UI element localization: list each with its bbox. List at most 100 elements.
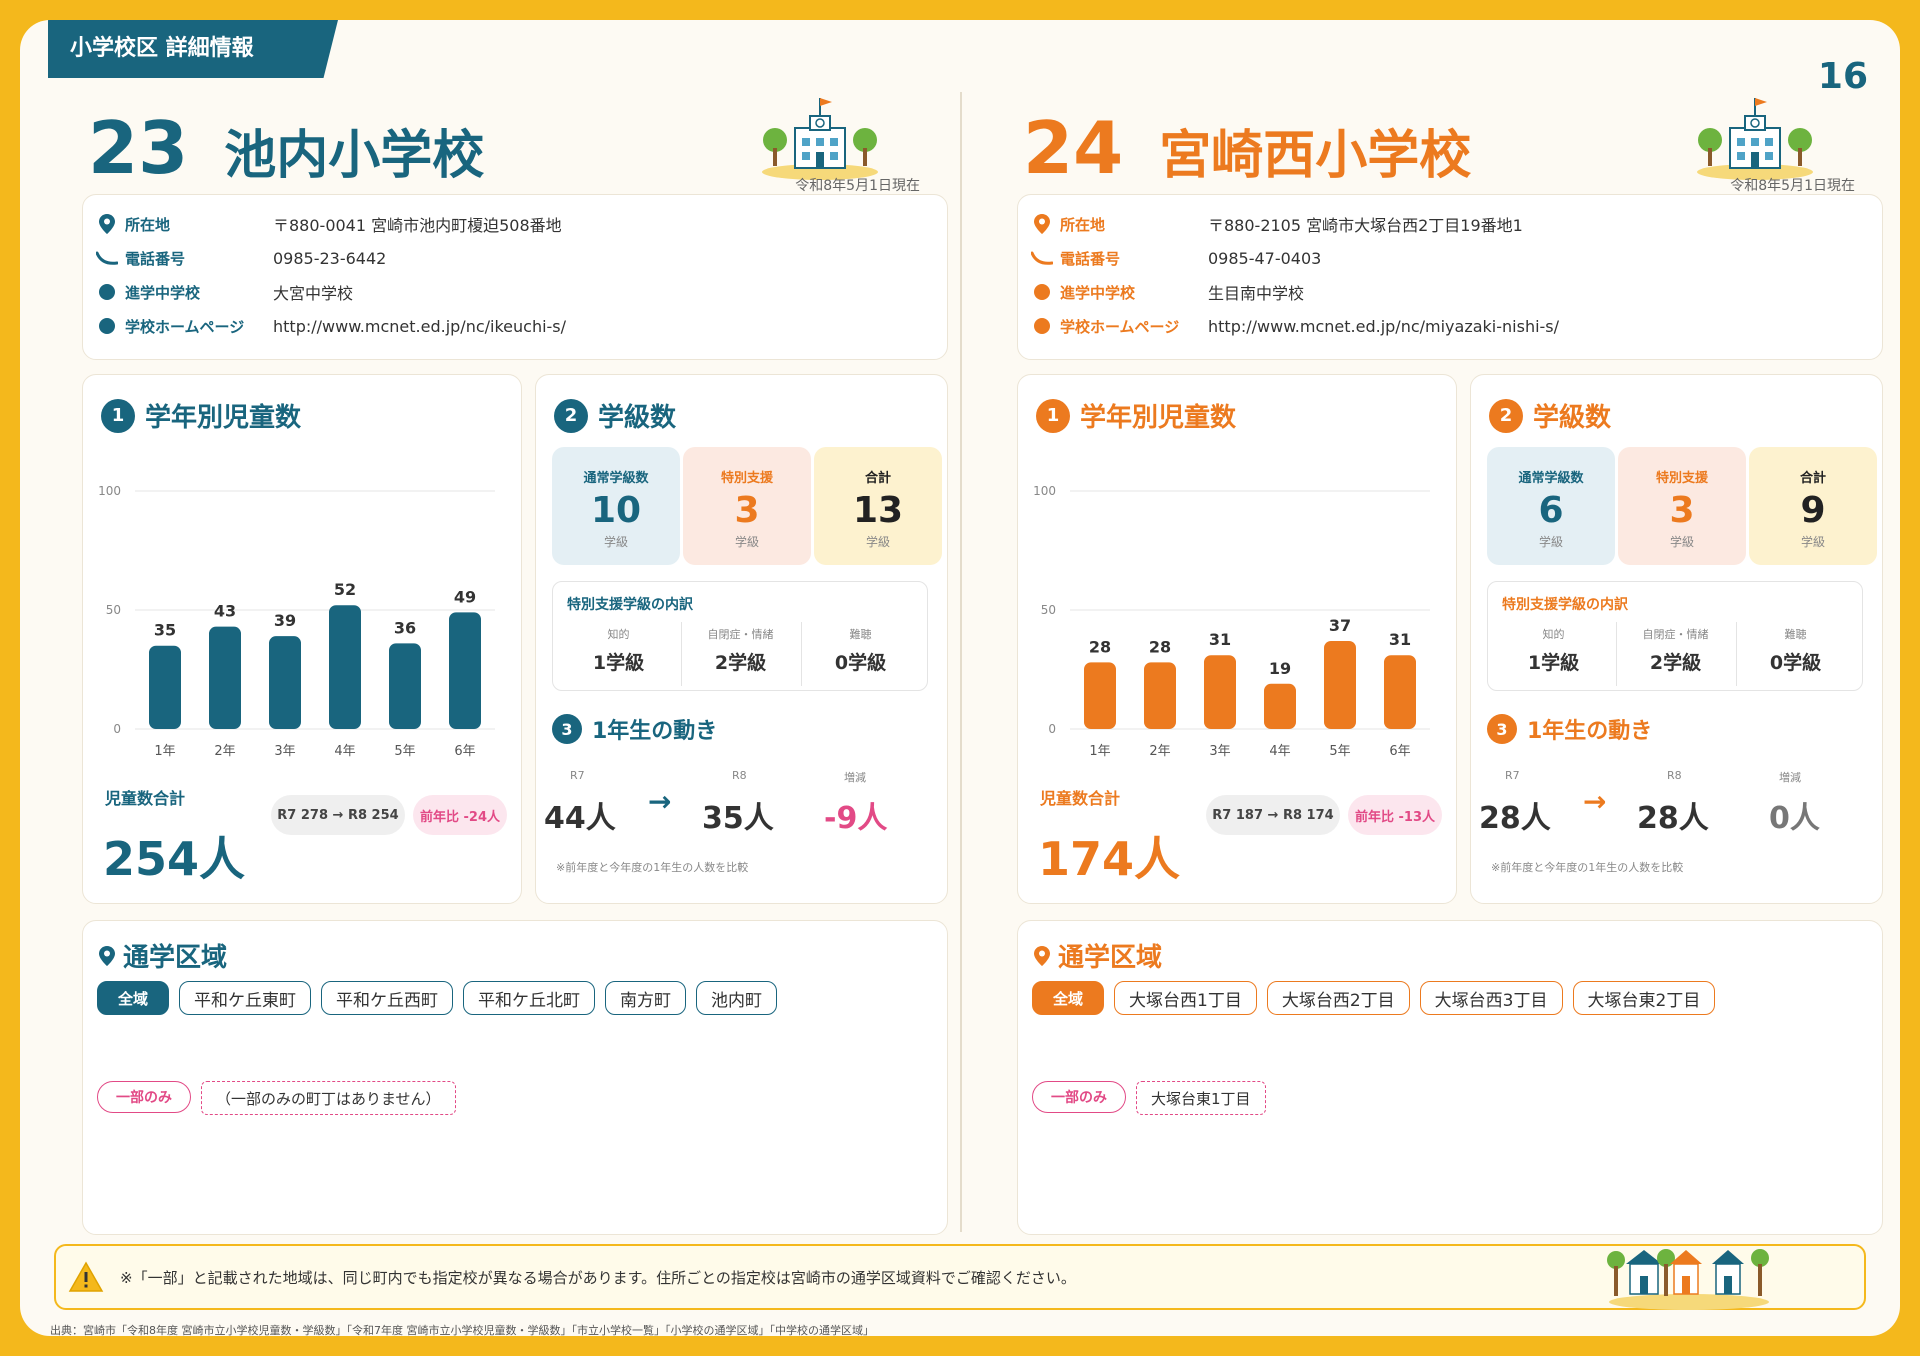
area-tags: 全域 大塚台西1丁目 大塚台西2丁目 大塚台西3丁目 大塚台東2丁目 (1032, 981, 1716, 1015)
info-value: 〒880-0041 宮崎市池内町榎迫508番地 (273, 216, 562, 235)
x-tick-label: 4年 (1269, 744, 1290, 759)
school-name: 宮崎西小学校 (1159, 126, 1472, 186)
school-info-card: 所在地 〒880-0041 宮崎市池内町榎迫508番地 電話番号 0985-23… (82, 194, 948, 360)
students-card: 1 学年別児童数 0 50 100 35 1年 43 2年 39 3年 52 4年 36 5年 49 6年 … (82, 374, 522, 904)
phone-icon (1030, 246, 1054, 270)
y-tick-label: 0 (1048, 722, 1056, 736)
classes-card: 2 学級数 通常学級数 10 学級 特別支援 3 学級 合計 13 学級 特別支… (535, 374, 948, 904)
area-tag: 平和ケ丘北町 (463, 981, 596, 1015)
school-number: 24 (1023, 106, 1124, 190)
box-title: 通常学級数 (583, 471, 649, 486)
partial-area: 一部のみ 大塚台東1丁目 (1032, 1081, 1266, 1115)
info-value: 0985-47-0403 (1208, 248, 1322, 268)
movement-value-r8: 35人 (702, 801, 774, 836)
x-tick-label: 5年 (1329, 744, 1350, 759)
breakdown-cell: 難聴 0学級 (803, 622, 918, 684)
first-grade-movement-title: 3 1年生の動き (552, 713, 717, 745)
breakdown-cell: 難聴 0学級 (1738, 622, 1853, 684)
movement-value-r7: 44人 (544, 801, 616, 836)
bar-value-label: 37 (1329, 616, 1351, 635)
year-diff-pill: 前年比 -13人 (1348, 795, 1442, 835)
box-unit: 学級 (865, 535, 890, 549)
partial-area: 一部のみ （一部のみの町丁はありません） (97, 1081, 456, 1115)
students-title: 1 学年別児童数 (101, 397, 301, 434)
area-tag: 大塚台西2丁目 (1266, 981, 1410, 1015)
breakdown-key: 知的 (607, 628, 630, 641)
bar-value-label: 28 (1149, 637, 1171, 656)
box-value: 3 (1669, 490, 1695, 531)
movement-note: ※前年度と今年度の1年生の人数を比較 (1491, 861, 1684, 874)
box-title: 通常学級数 (1518, 471, 1584, 486)
bar (389, 643, 421, 729)
y-tick-label: 50 (106, 603, 121, 617)
area-title: 通学区域 (99, 937, 227, 974)
partial-label: 一部のみ (1032, 1081, 1126, 1113)
info-value: 0985-23-6442 (273, 248, 387, 268)
y-tick-label: 50 (1041, 603, 1056, 617)
bar (1324, 640, 1356, 729)
bar (449, 612, 481, 729)
area-tags: 全域 平和ケ丘東町 平和ケ丘西町 平和ケ丘北町 南方町 池内町 (97, 981, 778, 1015)
bar (269, 636, 301, 729)
x-tick-label: 3年 (274, 744, 295, 759)
y-tick-label: 100 (98, 484, 121, 498)
bar-value-label: 31 (1389, 630, 1411, 649)
section-title-text: 1年生の動き (592, 719, 718, 744)
students-bar-chart: 0 50 100 35 1年 43 2年 39 3年 52 4年 36 5年 49 6年 (98, 484, 495, 759)
students-bar-chart: 0 50 100 28 1年 28 2年 31 3年 19 4年 37 5年 31 6年 (1033, 484, 1430, 759)
info-value: 大宮中学校 (273, 284, 354, 303)
movement-value-r7: 28人 (1479, 801, 1551, 836)
box-title: 合計 (1799, 471, 1826, 486)
number-badge: 1 (101, 398, 135, 433)
year-compare-pill: R7 187 → R8 174 (1206, 795, 1340, 835)
box-value: 6 (1538, 490, 1564, 531)
info-label: 所在地 (1060, 215, 1106, 234)
bar (329, 605, 361, 729)
movement-value-r8: 28人 (1637, 801, 1709, 836)
special-classes-box: 特別支援 3 学級 (683, 447, 811, 565)
column-divider (960, 92, 962, 1232)
breakdown-separator (801, 622, 802, 686)
x-tick-label: 4年 (334, 744, 355, 759)
bar-value-label: 52 (334, 580, 356, 599)
special-classes-box: 特別支援 3 学級 (1618, 447, 1746, 565)
movement-key: R7 (570, 769, 585, 782)
page: 小学校区 詳細情報 16 23 池内小学校 令和8年5月1日現在 所在地 〒88… (20, 20, 1900, 1336)
box-unit: 学級 (734, 535, 759, 549)
bar (1084, 662, 1116, 729)
total-label: 児童数合計 (1040, 789, 1121, 808)
breakdown-cell: 自閉症・情緒 2学級 (683, 622, 798, 684)
homepage-link[interactable]: http://www.mcnet.ed.jp/nc/ikeuchi-s/ (273, 317, 566, 336)
school-heading: 23 池内小学校 (88, 106, 484, 190)
year-compare-pill: R7 278 → R8 254 (271, 795, 405, 835)
bar-value-label: 31 (1209, 630, 1231, 649)
breakdown-separator (681, 622, 682, 686)
school-building-icon (1697, 98, 1813, 180)
bar-value-label: 43 (214, 602, 236, 621)
area-tag-all: 全域 (97, 981, 170, 1015)
section-title-text: 学級数 (1533, 403, 1612, 433)
movement-key: 増減 (1779, 771, 1801, 784)
x-tick-label: 2年 (214, 744, 235, 759)
school-number: 23 (88, 106, 189, 190)
homepage-link[interactable]: http://www.mcnet.ed.jp/nc/miyazaki-nishi… (1208, 317, 1559, 336)
bar-value-label: 35 (154, 621, 176, 640)
regular-classes-box: 通常学級数 10 学級 (552, 447, 680, 565)
info-label: 電話番号 (125, 249, 186, 268)
area-tag: 大塚台西3丁目 (1419, 981, 1563, 1015)
arrow-right-icon: → (648, 785, 672, 818)
section-title-text: 学年別児童数 (1080, 403, 1237, 433)
map-pin-icon (1030, 212, 1054, 236)
number-badge: 2 (554, 398, 588, 433)
x-tick-label: 6年 (1389, 744, 1410, 759)
breakdown-separator (1736, 622, 1737, 686)
info-label: 進学中学校 (1060, 283, 1136, 302)
movement-key: R8 (732, 769, 747, 782)
info-value: 〒880-2105 宮崎市大塚台西2丁目19番地1 (1208, 216, 1523, 235)
info-row-phone: 電話番号 0985-23-6442 (95, 243, 386, 273)
box-unit: 学級 (603, 535, 628, 549)
phone-icon (95, 246, 119, 270)
breakdown-key: 知的 (1542, 628, 1565, 641)
y-tick-label: 100 (1033, 484, 1056, 498)
school-column-ikeuchi: 23 池内小学校 令和8年5月1日現在 所在地 〒880-0041 宮崎市池内町… (60, 20, 948, 1240)
